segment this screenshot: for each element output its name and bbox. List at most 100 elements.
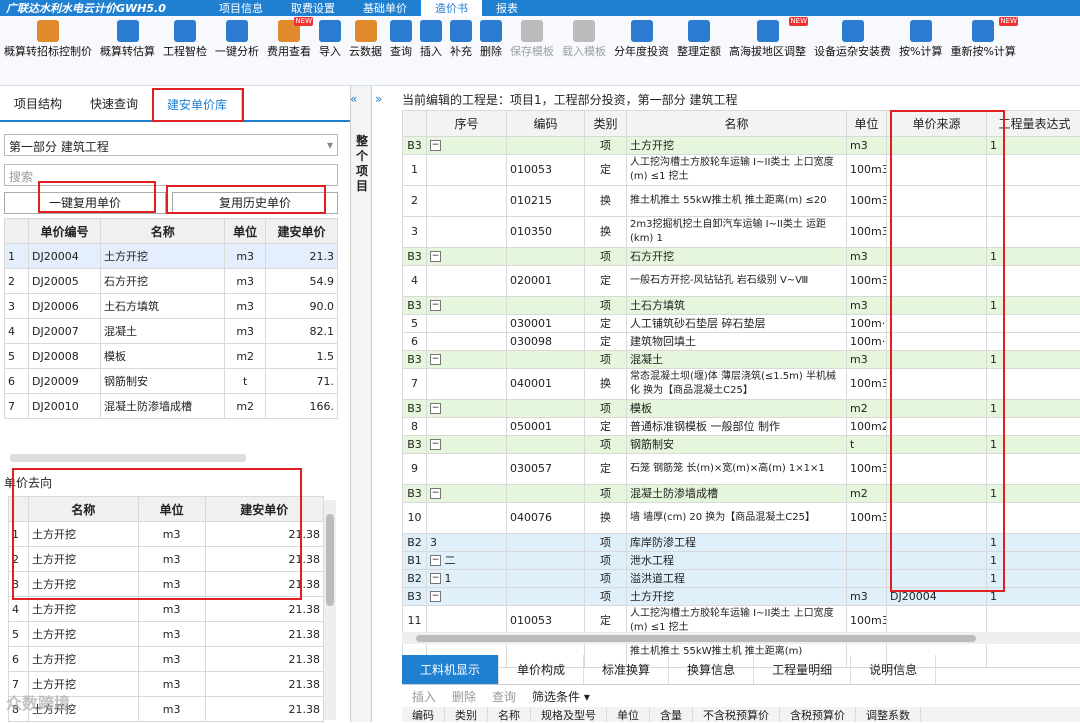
table-row[interactable]: 1010053定人工挖沟槽土方胶轮车运输 I~II类土 上口宽度(m) ≤1 挖…: [403, 155, 1080, 186]
filter-dropdown[interactable]: 筛选条件 ▾: [532, 688, 590, 705]
table-cell: [507, 137, 585, 155]
toolbar-button[interactable]: 插入: [416, 16, 446, 85]
table-row[interactable]: B3−项混凝土防渗墙成槽m21: [403, 485, 1080, 503]
reuse-price-button[interactable]: 一键复用单价: [4, 192, 166, 214]
toggle-icon[interactable]: −: [430, 251, 441, 262]
toggle-icon[interactable]: −: [430, 439, 441, 450]
table-row[interactable]: B3−项土方开挖m3DJ200041: [403, 588, 1080, 606]
table-row[interactable]: 6土方开挖m321.38: [9, 647, 324, 672]
toolbar-button[interactable]: 概算转招标控制价: [0, 16, 96, 85]
collapse-icon[interactable]: «: [350, 92, 357, 106]
bottom-tab[interactable]: 工程量明细: [754, 655, 851, 684]
toolbar-button[interactable]: 整理定额: [673, 16, 725, 85]
table-row[interactable]: 5030001定人工铺筑砂石垫层 碎石垫层100m···: [403, 315, 1080, 333]
table-row[interactable]: 6030098定建筑物回填土100m···: [403, 333, 1080, 351]
toggle-icon[interactable]: −: [430, 591, 441, 602]
tab[interactable]: 快速查询: [76, 88, 152, 120]
table-row[interactable]: 4土方开挖m321.38: [9, 597, 324, 622]
table-row[interactable]: 9030057定石笼 钢筋笼 长(m)×宽(m)×高(m) 1×1×1100m3: [403, 454, 1080, 485]
column-header: 建安单价: [265, 219, 337, 244]
table-cell: m3: [138, 622, 205, 647]
action-button[interactable]: 插入: [412, 688, 436, 705]
toolbar-button[interactable]: NEW高海拔地区调整: [725, 16, 810, 85]
toolbar-button[interactable]: 概算转估算: [96, 16, 159, 85]
toggle-icon[interactable]: −: [430, 140, 441, 151]
app-title[interactable]: 广联达水利水电云计价GWH5.0: [0, 0, 205, 16]
expand-icon[interactable]: »: [375, 92, 382, 106]
toggle-icon[interactable]: −: [430, 403, 441, 414]
search-input[interactable]: 搜索: [4, 164, 338, 186]
table-row[interactable]: 7040001换常态混凝土坝(堰)体 薄层浇筑(≤1.5m) 半机械化 换为【商…: [403, 369, 1080, 400]
table-row[interactable]: 10040076换墙 墙厚(cm) 20 换为【商品混凝土C25】100m3: [403, 503, 1080, 534]
toggle-icon[interactable]: −: [430, 300, 441, 311]
table-row[interactable]: B3−项石方开挖m31: [403, 248, 1080, 266]
table-row[interactable]: 6DJ20009钢筋制安t71.: [5, 369, 338, 394]
toolbar-button[interactable]: 分年度投资: [610, 16, 673, 85]
tab[interactable]: 项目结构: [0, 88, 76, 120]
table-row[interactable]: 5DJ20008模板m21.5: [5, 344, 338, 369]
column-header: 单位: [607, 707, 650, 722]
table-row[interactable]: 2010215换推土机推土 55kW推土机 推土距离(m) ≤20100m3: [403, 186, 1080, 217]
menu-item[interactable]: 取费设置: [277, 0, 349, 16]
toggle-icon[interactable]: −: [430, 555, 441, 566]
table-row[interactable]: B2− 1项溢洪道工程1: [403, 570, 1080, 588]
toolbar-button[interactable]: 设备运杂安装费: [810, 16, 895, 85]
toggle-icon[interactable]: −: [430, 354, 441, 365]
toolbar-button[interactable]: 按%计算: [895, 16, 946, 85]
action-button[interactable]: 删除: [452, 688, 476, 705]
horizontal-scrollbar[interactable]: [402, 632, 1080, 644]
table-row[interactable]: 4DJ20007混凝土m382.1: [5, 319, 338, 344]
bottom-tab[interactable]: 单价构成: [499, 655, 584, 684]
history-price-button[interactable]: 复用历史单价: [172, 192, 338, 214]
table-row[interactable]: 1土方开挖m321.38: [9, 522, 324, 547]
table-row[interactable]: 3DJ20006土石方填筑m390.0: [5, 294, 338, 319]
toolbar-button[interactable]: NEW重新按%计算: [946, 16, 1019, 85]
section-select[interactable]: 第一部分 建筑工程▾: [4, 134, 338, 156]
menu-item[interactable]: 项目信息: [205, 0, 277, 16]
table-row[interactable]: 2土方开挖m321.38: [9, 547, 324, 572]
table-row[interactable]: 4020001定一般石方开挖-风钻钻孔 岩石级别 V~Ⅷ100m3: [403, 266, 1080, 297]
table-row[interactable]: 5土方开挖m321.38: [9, 622, 324, 647]
bottom-tab[interactable]: 工料机显示: [402, 655, 499, 684]
row-header: [5, 219, 29, 244]
toolbar-button[interactable]: 保存模板: [506, 16, 558, 85]
table-cell: 100m3: [847, 155, 887, 186]
menu-item[interactable]: 报表: [482, 0, 532, 16]
table-cell: 030098: [507, 333, 585, 351]
table-row[interactable]: B3−项土石方填筑m31: [403, 297, 1080, 315]
toolbar-label: 整理定额: [677, 45, 721, 59]
table-row[interactable]: B1− 二项泄水工程1: [403, 552, 1080, 570]
tab[interactable]: 建安单价库: [152, 88, 242, 120]
table-row[interactable]: 3010350换2m3挖掘机挖土自卸汽车运输 I~II类土 运距(km) 110…: [403, 217, 1080, 248]
table-row[interactable]: B3−项土方开挖m31: [403, 137, 1080, 155]
bottom-tab[interactable]: 标准换算: [584, 655, 669, 684]
table-row[interactable]: B3−项混凝土m31: [403, 351, 1080, 369]
table-row[interactable]: B3−项模板m21: [403, 400, 1080, 418]
toolbar-button[interactable]: 一键分析: [211, 16, 263, 85]
toggle-icon[interactable]: −: [430, 573, 441, 584]
toolbar-button[interactable]: 云数据: [345, 16, 386, 85]
vertical-scrollbar[interactable]: [324, 500, 336, 720]
table-cell: m2: [225, 394, 266, 419]
toolbar-button[interactable]: 查询: [386, 16, 416, 85]
toolbar-button[interactable]: 导入: [315, 16, 345, 85]
table-row[interactable]: 7DJ20010混凝土防渗墙成槽m2166.: [5, 394, 338, 419]
table-row[interactable]: B23项库岸防渗工程1: [403, 534, 1080, 552]
toolbar-button[interactable]: 工程智检: [159, 16, 211, 85]
toolbar-button[interactable]: NEW费用查看: [263, 16, 315, 85]
action-button[interactable]: 查询: [492, 688, 516, 705]
table-row[interactable]: 2DJ20005石方开挖m354.9: [5, 269, 338, 294]
menu-item[interactable]: 基础单价: [349, 0, 421, 16]
bottom-tab[interactable]: 说明信息: [851, 655, 936, 684]
toolbar-button[interactable]: 载入模板: [558, 16, 610, 85]
table-row[interactable]: 3土方开挖m321.38: [9, 572, 324, 597]
table-row[interactable]: 8050001定普通标准钢模板 一般部位 制作100m2: [403, 418, 1080, 436]
table-row[interactable]: 1DJ20004土方开挖m321.3: [5, 244, 338, 269]
menu-item[interactable]: 造价书: [421, 0, 482, 16]
bottom-tab[interactable]: 换算信息: [669, 655, 754, 684]
toggle-icon[interactable]: −: [430, 488, 441, 499]
toolbar-button[interactable]: 删除: [476, 16, 506, 85]
table-row[interactable]: B3−项钢筋制安t1: [403, 436, 1080, 454]
table-cell: DJ20008: [29, 344, 101, 369]
toolbar-button[interactable]: 补充: [446, 16, 476, 85]
